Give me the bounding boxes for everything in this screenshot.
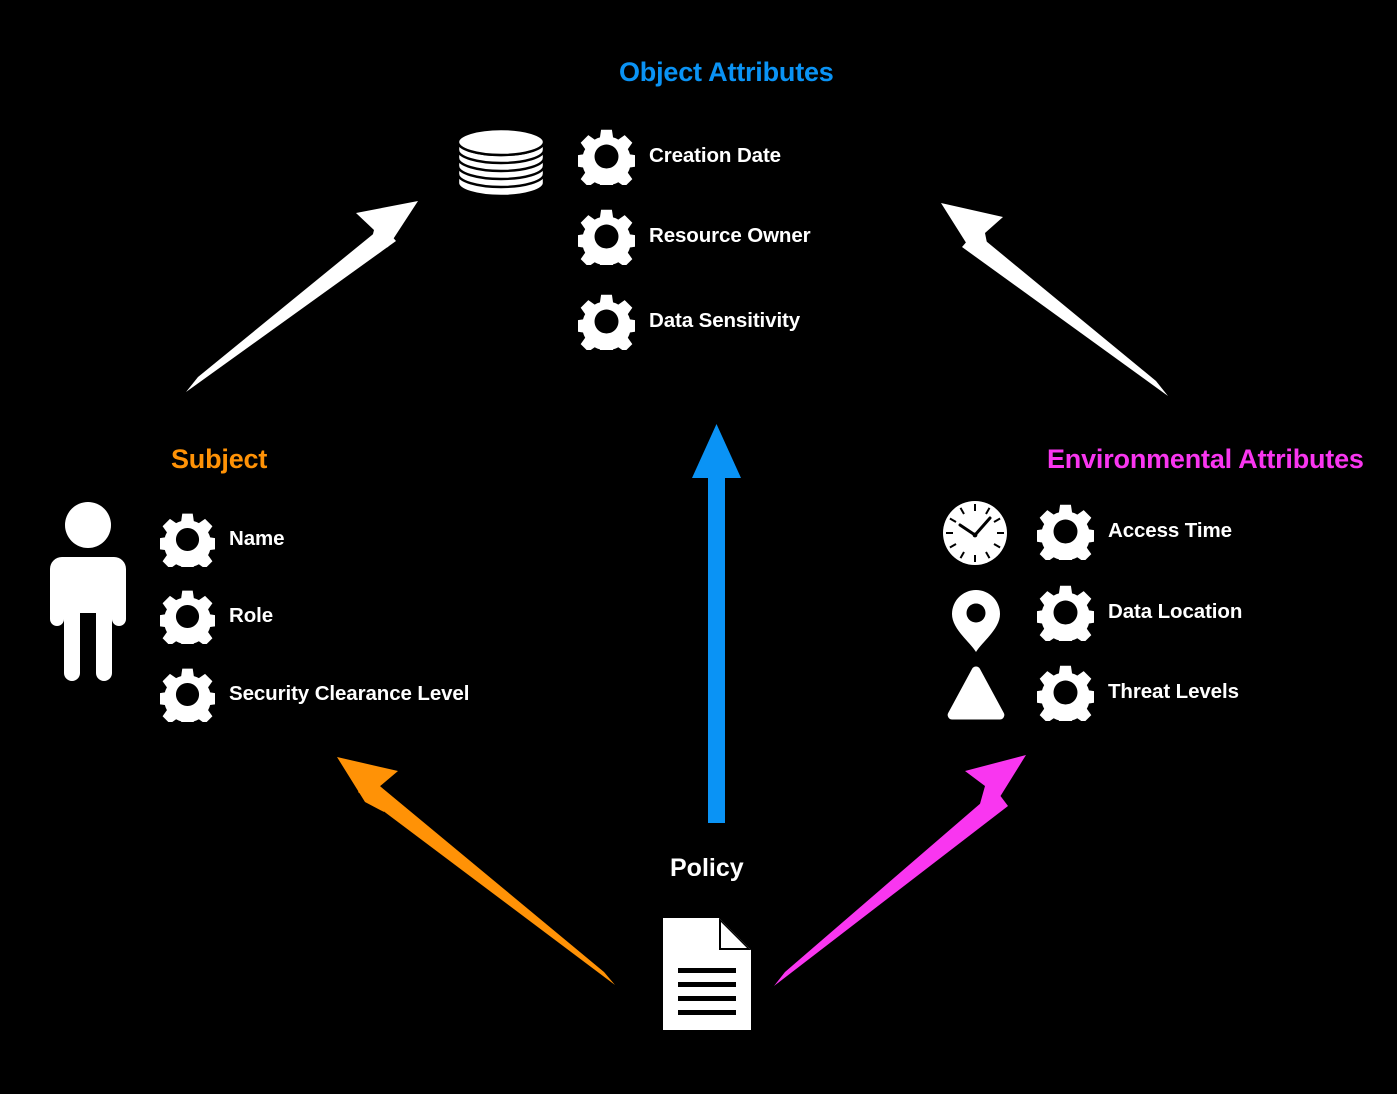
attribute-label: Data Location [1108,600,1243,624]
subject-to-object-arrow [186,201,418,392]
clock-icon [942,500,1008,571]
gear-icon [578,209,635,265]
environment-to-object-arrow [941,203,1168,396]
attribute-label: Access Time [1108,519,1232,543]
person-icon [48,500,128,695]
gear-icon [160,668,215,722]
warning-triangle-icon [942,660,1010,729]
policy-to-environment-arrow [774,755,1026,986]
attribute-label: Data Sensitivity [649,309,801,333]
policy-label: Policy [670,854,744,882]
policy-to-object-arrow [692,424,741,823]
attribute-row-access-time[interactable]: Access Time [1037,503,1232,560]
gear-icon [1037,665,1094,721]
attribute-row-resource-owner[interactable]: Resource Owner [578,208,811,265]
attribute-row-data-sensitivity[interactable]: Data Sensitivity [578,293,800,350]
gear-icon [578,129,635,185]
gear-icon [1037,504,1094,560]
attribute-row-role[interactable]: Role [160,589,273,644]
attribute-label: Threat Levels [1108,680,1239,704]
object-attributes-heading: Object Attributes [619,57,834,87]
subject-heading: Subject [171,444,268,474]
attribute-label: Security Clearance Level [229,682,470,706]
attribute-row-name[interactable]: Name [160,512,285,567]
document-icon [661,916,753,1037]
gear-icon [1037,585,1094,641]
attribute-label: Creation Date [649,144,781,168]
attribute-label: Role [229,604,274,628]
attribute-row-creation-date[interactable]: Creation Date [578,128,781,185]
attribute-label: Resource Owner [649,224,811,248]
database-stack-icon [455,126,547,223]
diagram-canvas: Object Attributes Subject Environmental … [0,0,1397,1094]
attribute-label: Name [229,527,285,551]
gear-icon [160,590,215,644]
location-pin-icon [950,588,1002,659]
environmental-attributes-heading: Environmental Attributes [1047,444,1364,474]
attribute-row-security-clearance-level[interactable]: Security Clearance Level [160,667,469,722]
attribute-row-threat-levels[interactable]: Threat Levels [1037,664,1239,721]
gear-icon [160,513,215,567]
attribute-row-data-location[interactable]: Data Location [1037,584,1242,641]
gear-icon [578,294,635,350]
policy-to-subject-arrow [337,757,615,985]
